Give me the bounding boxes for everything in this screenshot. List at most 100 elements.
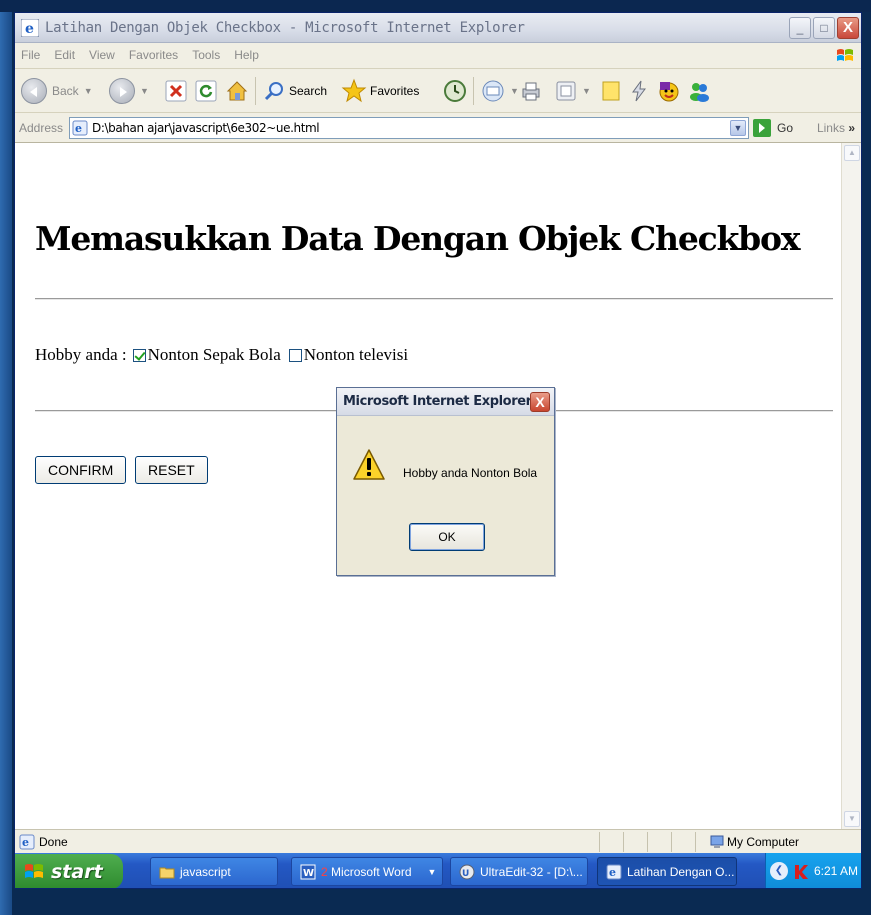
back-button[interactable]: Back ▼ <box>21 77 93 105</box>
taskbar-group-dropdown-icon: ▼ <box>427 866 437 877</box>
page-done-icon: e <box>19 834 35 850</box>
dialog-message: Hobby anda Nonton Bola <box>403 466 538 480</box>
taskbar-item-label: Latihan Dengan O... <box>627 864 735 879</box>
maximize-icon: □ <box>820 21 828 35</box>
home-icon <box>226 81 248 101</box>
vertical-scrollbar[interactable]: ▲ ▼ <box>841 143 861 829</box>
menu-help[interactable]: Help <box>228 43 267 62</box>
word-icon: W <box>300 864 316 879</box>
search-icon <box>264 82 283 101</box>
print-icon <box>522 82 540 101</box>
reset-button[interactable]: RESET <box>135 456 208 484</box>
checkbox-televisi[interactable] <box>288 348 302 362</box>
taskbar-item-javascript[interactable]: javascript <box>150 857 278 886</box>
confirm-button[interactable]: CONFIRM <box>35 456 127 484</box>
go-button[interactable]: Go <box>753 118 793 138</box>
taskbar-item-ie[interactable]: e Latihan Dengan O... <box>597 857 737 886</box>
svg-text:U: U <box>462 869 469 879</box>
menu-view[interactable]: View <box>83 43 123 62</box>
checkbox-televisi-label: Nonton televisi <box>303 345 409 364</box>
taskbar-item-label: UltraEdit-32 - [D:\... <box>480 864 583 879</box>
title-bar[interactable]: e Latihan Dengan Objek Checkbox - Micros… <box>15 13 861 43</box>
alert-dialog: Microsoft Internet Explorer X Hobby anda… <box>336 387 555 576</box>
menu-favorites[interactable]: Favorites <box>123 43 186 62</box>
note-icon <box>602 81 620 101</box>
ultraedit-icon: U <box>459 864 475 879</box>
svg-text:e: e <box>609 866 616 879</box>
hobby-form-row: Hobby anda : Nonton Sepak Bola Nonton te… <box>35 345 408 365</box>
dialog-title: Microsoft Internet Explorer <box>343 394 532 409</box>
messenger-button[interactable] <box>627 77 651 105</box>
mail-button[interactable]: ▼ <box>481 77 519 105</box>
address-label: Address <box>19 121 64 135</box>
address-input[interactable]: e D:\bahan ajar\javascript\6e302~ue.html… <box>69 117 749 139</box>
checkbox-sepak-bola[interactable] <box>132 348 146 362</box>
go-label: Go <box>777 121 794 135</box>
maximize-button[interactable]: □ <box>813 17 835 39</box>
start-button[interactable]: start <box>15 854 123 888</box>
links-button[interactable]: Links » <box>817 121 855 135</box>
status-bar: e Done My Computer <box>15 829 861 853</box>
taskbar-item-label: javascript <box>180 864 231 879</box>
print-button[interactable] <box>519 77 543 105</box>
edit-button[interactable]: ▼ <box>555 77 591 105</box>
antivirus-k-icon[interactable] <box>792 863 810 881</box>
checkbox-sepak-bola-label: Nonton Sepak Bola <box>147 345 281 364</box>
refresh-button[interactable] <box>195 77 217 105</box>
window-title: Latihan Dengan Objek Checkbox - Microsof… <box>45 20 525 36</box>
tray-expand-icon[interactable]: ❮ <box>770 862 788 880</box>
scroll-down-icon[interactable]: ▼ <box>844 811 860 827</box>
links-label: Links <box>816 121 845 135</box>
dialog-title-bar[interactable]: Microsoft Internet Explorer X <box>337 388 554 416</box>
links-chevron-icon: » <box>848 121 855 135</box>
menu-bar: File Edit View Favorites Tools Help <box>15 43 861 69</box>
taskbar-group-name: Microsoft Word <box>331 864 412 879</box>
security-zone-text: My Computer <box>727 835 800 849</box>
stop-button[interactable] <box>165 77 187 105</box>
favorites-button[interactable]: Favorites <box>341 77 419 105</box>
status-separator <box>695 832 696 852</box>
system-tray: ❮ 6:21 AM <box>765 853 861 888</box>
back-label: Back <box>52 84 79 98</box>
taskbar-group-count: 2 <box>321 864 328 879</box>
mail-dropdown-icon: ▼ <box>510 86 519 96</box>
menu-tools[interactable]: Tools <box>186 43 228 62</box>
go-arrow-icon <box>753 119 771 137</box>
windows-logo-icon <box>837 49 853 61</box>
taskbar-item-ultraedit[interactable]: U UltraEdit-32 - [D:\... <box>450 857 588 886</box>
close-button[interactable]: X <box>837 17 859 39</box>
address-dropdown-icon[interactable]: ▼ <box>730 120 746 136</box>
stop-icon <box>165 80 187 102</box>
svg-text:W: W <box>303 868 314 879</box>
search-button[interactable]: Search <box>263 77 327 105</box>
scroll-up-icon[interactable]: ▲ <box>844 145 860 161</box>
svg-text:e: e <box>75 122 82 135</box>
svg-text:e: e <box>25 21 34 37</box>
refresh-icon <box>195 80 217 102</box>
dialog-close-icon[interactable]: X <box>530 392 550 412</box>
toolbar-separator <box>255 77 256 105</box>
ok-button[interactable]: OK <box>409 523 485 551</box>
msn-messenger-button[interactable] <box>687 77 711 105</box>
status-separator <box>647 832 648 852</box>
history-button[interactable] <box>443 77 467 105</box>
forward-dropdown-icon: ▼ <box>140 86 149 96</box>
discuss-button[interactable] <box>599 77 623 105</box>
page-icon: e <box>72 120 88 136</box>
smiley-icon <box>659 82 679 102</box>
minimize-button[interactable]: _ <box>789 17 811 39</box>
menu-edit[interactable]: Edit <box>48 43 83 62</box>
menu-file[interactable]: File <box>15 43 48 62</box>
home-button[interactable] <box>225 77 249 105</box>
address-text: D:\bahan ajar\javascript\6e302~ue.html <box>92 121 320 135</box>
favorites-star-icon <box>341 78 367 103</box>
forward-button[interactable]: ▼ <box>109 77 149 105</box>
taskbar-item-word[interactable]: W 2 Microsoft Word ▼ <box>291 857 443 886</box>
yahoo-messenger-button[interactable] <box>657 77 681 105</box>
windows-flag-icon <box>25 863 43 878</box>
favorites-label: Favorites <box>370 84 420 98</box>
taskbar: start javascript W 2 Microsoft Word ▼ U … <box>15 853 861 888</box>
taskbar-item-label: 2 Microsoft Word <box>321 865 412 879</box>
minimize-icon: _ <box>796 21 804 35</box>
horizontal-rule <box>35 298 833 300</box>
